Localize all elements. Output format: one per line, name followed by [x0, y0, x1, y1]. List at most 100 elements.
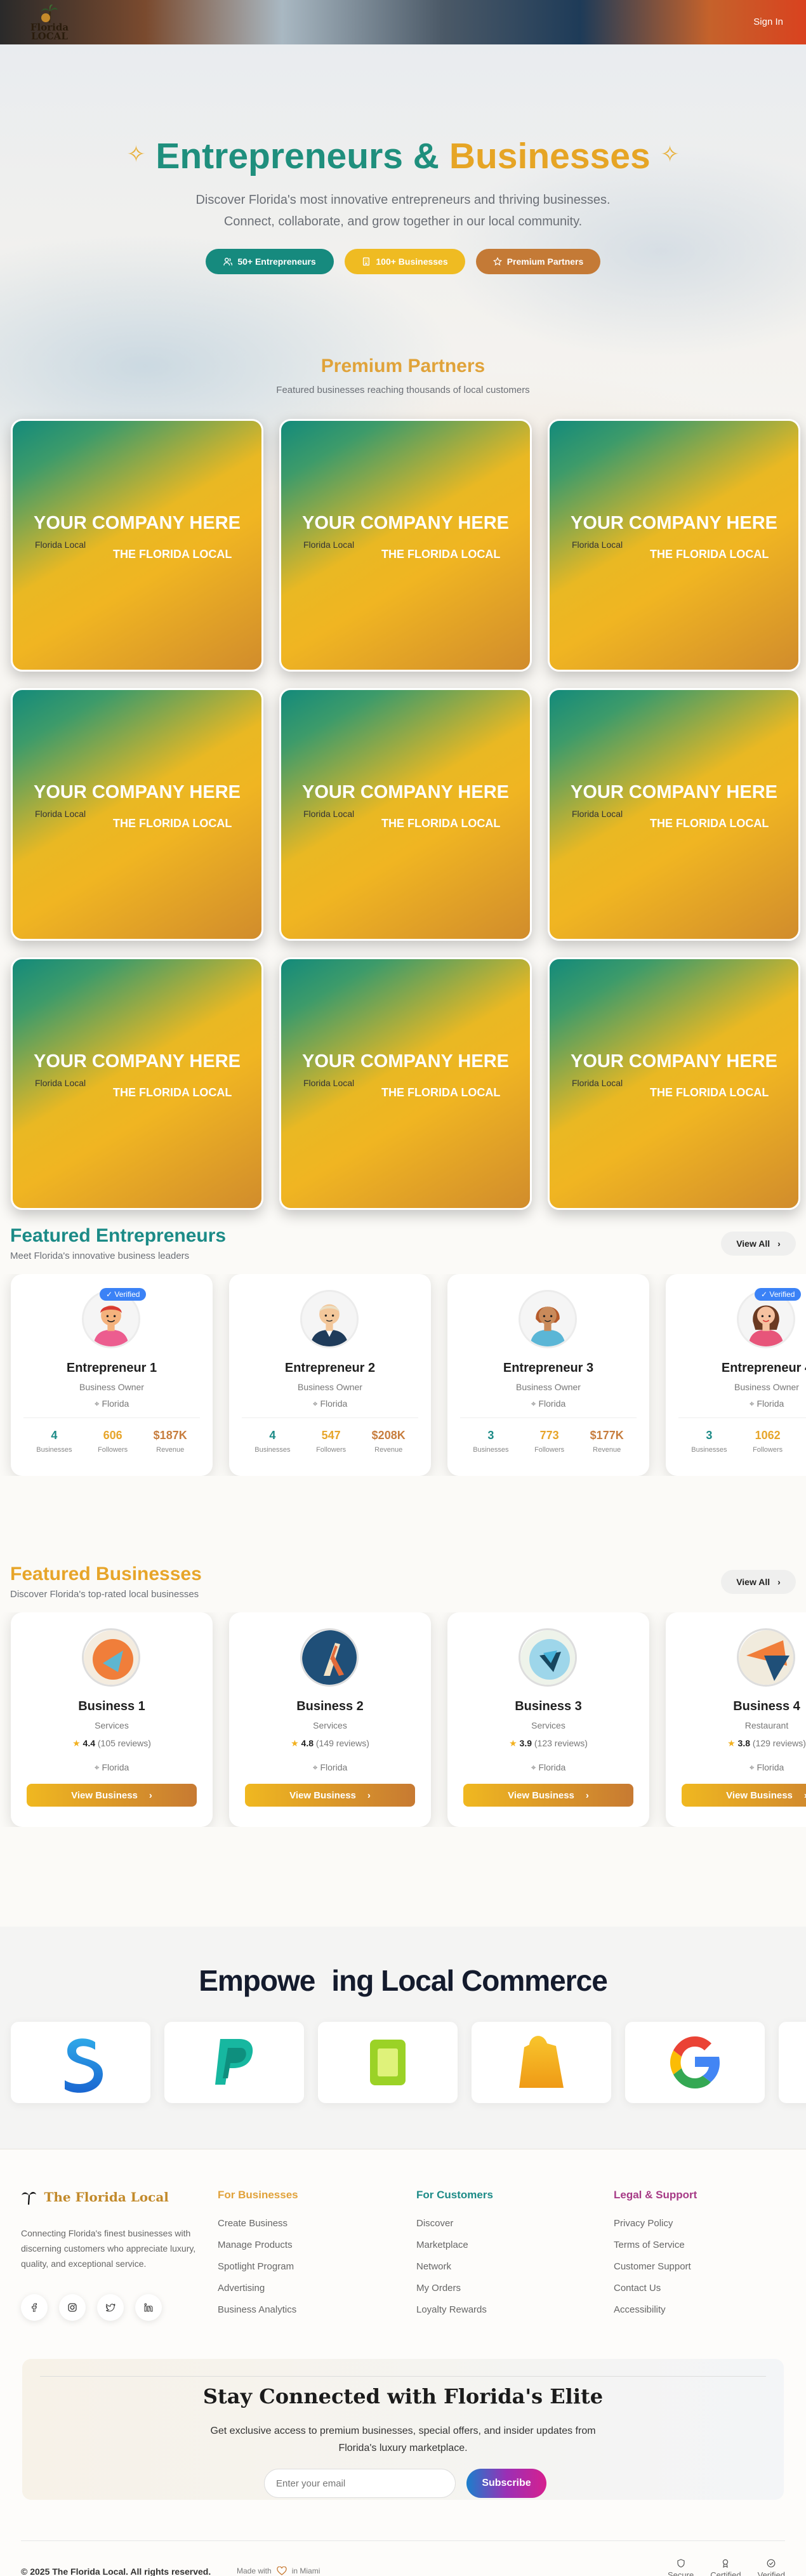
shopify-logo[interactable]	[472, 2022, 611, 2103]
footer-link-create-business[interactable]: Create Business	[218, 2218, 298, 2229]
businesses-carousel[interactable]: Business 1 Services ★ 4.4 (105 reviews) ⌖ F…	[0, 1612, 806, 1827]
entrepreneur-card[interactable]: ✓ Verified Entrepreneur 4 Business Owner ⌖ …	[666, 1274, 806, 1476]
footer-link-accessibility[interactable]: Accessibility	[614, 2304, 697, 2315]
footer-link-advertising[interactable]: Advertising	[218, 2283, 298, 2294]
business-name: Business 3	[515, 1699, 582, 1713]
verified-label: Verified	[769, 1290, 795, 1299]
newsletter-email-input[interactable]	[264, 2469, 456, 2498]
twitter-icon[interactable]	[97, 2294, 124, 2321]
button-label: View Business	[726, 1789, 793, 1801]
location-label: Florida	[756, 1762, 784, 1772]
footer-link-spotlight-program[interactable]: Spotlight Program	[218, 2261, 298, 2272]
card-heading: YOUR COMPANY HERE	[301, 513, 510, 533]
linkedin-icon[interactable]	[135, 2294, 162, 2321]
premium-partner-card[interactable]: YOUR COMPANY HERE Florida Local THE FLORID…	[548, 688, 800, 941]
business-card[interactable]: Business 3 Services ★ 3.9 (123 reviews) ⌖ F…	[447, 1612, 649, 1827]
premium-partner-card[interactable]: YOUR COMPANY HERE Florida Local THE FLORID…	[11, 688, 263, 941]
stat-label: Followers	[316, 1446, 347, 1454]
entrepreneur-card[interactable]: Entrepreneur 3 Business Owner ⌖ Florida 3 Bu…	[447, 1274, 649, 1476]
pill-label: 100+ Businesses	[376, 256, 448, 267]
star-icon: ★	[727, 1738, 736, 1748]
business-card[interactable]: Business 1 Services ★ 4.4 (105 reviews) ⌖ F…	[11, 1612, 213, 1827]
card-image-alt: Florida Local	[303, 1078, 355, 1088]
section-header: Featured Entrepreneurs Meet Florida's in…	[0, 1225, 806, 1276]
pill-businesses[interactable]: 100+ Businesses	[345, 249, 465, 274]
button-label: View Business	[508, 1789, 574, 1801]
footer-link-discover[interactable]: Discover	[416, 2218, 493, 2229]
entrepreneur-stats: 3 Businesses 773 Followers $177K Revenue	[460, 1417, 637, 1454]
business-category: Restaurant	[744, 1720, 789, 1730]
button-label: View Business	[289, 1789, 356, 1801]
business-logo	[82, 1628, 140, 1687]
entrepreneur-role: Business Owner	[298, 1382, 362, 1392]
facebook-icon[interactable]	[21, 2294, 48, 2321]
view-business-button[interactable]: View Business›	[27, 1784, 197, 1807]
footer-link-network[interactable]: Network	[416, 2261, 493, 2272]
footer-link-contact-us[interactable]: Contact Us	[614, 2283, 697, 2294]
footer-link-my-orders[interactable]: My Orders	[416, 2283, 493, 2294]
entrepreneur-role: Business Owner	[516, 1382, 581, 1392]
premium-partner-card[interactable]: YOUR COMPANY HERE Florida Local THE FLORID…	[279, 957, 532, 1210]
star-icon: ★	[291, 1738, 299, 1748]
card-image-alt: Florida Local	[572, 809, 623, 819]
partner-logos-row	[11, 2022, 806, 2103]
view-business-button[interactable]: View Business›	[682, 1784, 806, 1807]
site-logo[interactable]: Florida LOCAL	[24, 4, 75, 41]
badge-secure: Secure	[668, 2559, 694, 2576]
entrepreneur-name: Entrepreneur 2	[284, 1361, 376, 1375]
badge-label: Verified	[757, 2570, 785, 2576]
card-heading: YOUR COMPANY HERE	[570, 1051, 778, 1072]
badge-verified: Verified	[758, 2559, 785, 2576]
section-subtitle: Meet Florida's innovative business leade…	[10, 1251, 190, 1261]
map-pin-icon: ⌖	[312, 1762, 318, 1772]
stat-followers: 606 Followers	[98, 1429, 128, 1454]
card-brand: THE FLORIDA LOCAL	[650, 548, 769, 561]
pill-entrepreneurs[interactable]: 50+ Entrepreneurs	[206, 249, 334, 274]
google-logo[interactable]	[625, 2022, 765, 2103]
view-all-businesses-button[interactable]: View All ›	[721, 1570, 796, 1594]
square-logo[interactable]	[318, 2022, 458, 2103]
empowering-title: Empowe ing Local Commerce	[0, 1963, 806, 1998]
subscribe-button[interactable]: Subscribe	[466, 2469, 546, 2498]
heart-icon	[277, 2566, 287, 2575]
pill-premium-partners[interactable]: Premium Partners	[476, 249, 600, 274]
premium-partner-card[interactable]: YOUR COMPANY HERE Florida Local THE FLORID…	[11, 957, 263, 1210]
stat-businesses: 4 Businesses	[254, 1429, 290, 1454]
footer-link-terms-of-service[interactable]: Terms of Service	[614, 2240, 697, 2250]
footer-bottom-bar: © 2025 The Florida Local. All rights res…	[21, 2540, 785, 2576]
view-business-button[interactable]: View Business›	[463, 1784, 633, 1807]
premium-partner-card[interactable]: YOUR COMPANY HERE Florida Local THE FLORID…	[548, 419, 800, 672]
stat-revenue: $208K Revenue	[372, 1429, 406, 1454]
entrepreneur-card[interactable]: Entrepreneur 2 Business Owner ⌖ Florida 4 Bu…	[229, 1274, 431, 1476]
view-all-entrepreneurs-button[interactable]: View All ›	[721, 1232, 796, 1256]
copyright-label: © 2025 The Florida Local. All rights res…	[21, 2566, 211, 2576]
card-brand: THE FLORIDA LOCAL	[650, 1086, 769, 1099]
footer-link-privacy-policy[interactable]: Privacy Policy	[614, 2218, 697, 2229]
premium-partner-card[interactable]: YOUR COMPANY HERE Florida Local THE FLORID…	[279, 688, 532, 941]
sign-in-link[interactable]: Sign In	[753, 17, 783, 27]
instagram-icon[interactable]	[59, 2294, 86, 2321]
premium-partner-card[interactable]: YOUR COMPANY HERE Florida Local THE FLORID…	[548, 957, 800, 1210]
footer-link-business-analytics[interactable]: Business Analytics	[218, 2304, 298, 2315]
footer-link-manage-products[interactable]: Manage Products	[218, 2240, 298, 2250]
footer-brand[interactable]: The Florida Local	[21, 2189, 169, 2205]
entrepreneur-name: Entrepreneur 3	[503, 1361, 594, 1375]
footer-link-customer-support[interactable]: Customer Support	[614, 2261, 697, 2272]
premium-partner-card[interactable]: YOUR COMPANY HERE Florida Local THE FLORID…	[279, 419, 532, 672]
entrepreneur-card[interactable]: ✓ Verified Entrepreneur 1 Business Owner ⌖ …	[11, 1274, 213, 1476]
footer-link-loyalty-rewards[interactable]: Loyalty Rewards	[416, 2304, 493, 2315]
paypal-logo[interactable]	[164, 2022, 304, 2103]
entrepreneurs-carousel[interactable]: ✓ Verified Entrepreneur 1 Business Owner ⌖ …	[0, 1274, 806, 1476]
business-card[interactable]: Business 4 Restaurant ★ 3.8 (129 reviews) ⌖…	[666, 1612, 806, 1827]
view-business-button[interactable]: View Business›	[245, 1784, 415, 1807]
stat-value: 3	[487, 1429, 494, 1442]
footer-column-title: Legal & Support	[614, 2189, 697, 2201]
shield-icon	[677, 2559, 685, 2568]
badge-label: Certified	[710, 2570, 741, 2576]
entrepreneur-location: ⌖ Florida	[666, 1398, 806, 1409]
footer-link-marketplace[interactable]: Marketplace	[416, 2240, 493, 2250]
premium-partner-card[interactable]: YOUR COMPANY HERE Florida Local THE FLORID…	[11, 419, 263, 672]
business-card[interactable]: Business 2 Services ★ 4.8 (149 reviews) ⌖ F…	[229, 1612, 431, 1827]
card-heading: YOUR COMPANY HERE	[33, 1051, 241, 1072]
stripe-logo[interactable]	[11, 2022, 150, 2103]
